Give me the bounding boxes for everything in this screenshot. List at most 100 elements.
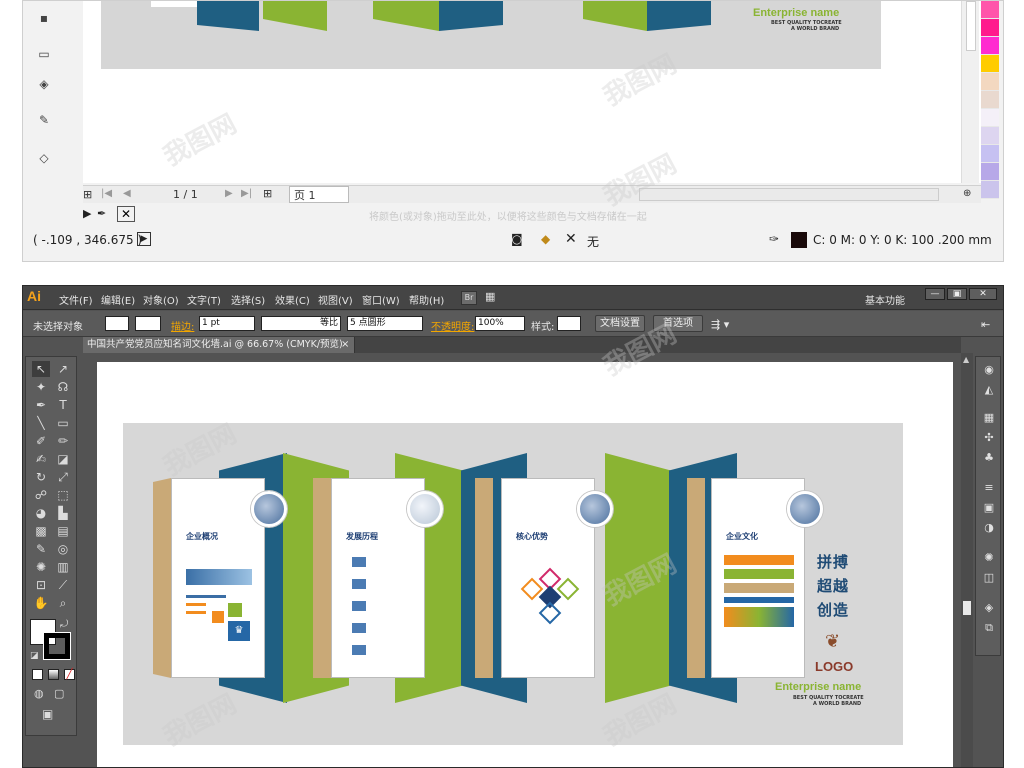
rectangle-tool-icon[interactable]: ▭ xyxy=(54,415,72,431)
color-mode-icon[interactable] xyxy=(32,669,43,680)
menu-select[interactable]: 选择(S) xyxy=(231,292,265,307)
play-arrow-icon[interactable]: ▶ xyxy=(83,207,91,220)
stroke-swatch[interactable] xyxy=(135,316,161,331)
menu-view[interactable]: 视图(V) xyxy=(318,292,353,307)
menu-effect[interactable]: 效果(C) xyxy=(275,292,310,307)
menu-file[interactable]: 文件(F) xyxy=(59,292,93,307)
gradient-mode-icon[interactable] xyxy=(48,669,59,680)
screen-mode-icon[interactable]: ▢ xyxy=(54,687,64,700)
color-panel-icon[interactable]: ◉ xyxy=(981,363,997,377)
appearance-icon[interactable]: ✺ xyxy=(981,551,997,565)
palette-swatch[interactable] xyxy=(981,91,999,109)
palette-swatch[interactable] xyxy=(981,181,999,199)
interactive-fill-icon[interactable]: ◇ xyxy=(33,151,55,169)
palette-swatch[interactable] xyxy=(981,1,999,19)
color-palette[interactable] xyxy=(981,1,999,199)
stroke-panel-icon[interactable]: ≡ xyxy=(981,481,997,495)
swatches-icon[interactable]: ▦ xyxy=(981,411,997,425)
scroll-up-icon[interactable]: ▲ xyxy=(963,355,969,364)
selection-tool-icon[interactable]: ↖ xyxy=(32,361,50,377)
paintbrush-tool-icon[interactable]: ✐ xyxy=(32,433,50,449)
change-screen-mode-icon[interactable]: ▣ xyxy=(42,707,53,721)
palette-swatch[interactable] xyxy=(981,145,999,163)
blob-brush-tool-icon[interactable]: ✍ xyxy=(32,451,50,467)
magic-wand-tool-icon[interactable]: ✦ xyxy=(32,379,50,395)
menu-type[interactable]: 文字(T) xyxy=(187,292,221,307)
align-menu-icon[interactable]: ⇶ ▾ xyxy=(711,318,729,331)
add-page-icon[interactable]: ⊞ xyxy=(83,188,92,201)
prev-page-icon[interactable]: ◀ xyxy=(123,188,131,199)
menu-help[interactable]: 帮助(H) xyxy=(409,292,444,307)
pen-tool-icon[interactable]: ✒ xyxy=(32,397,50,413)
preferences-button[interactable]: 首选项 xyxy=(653,315,703,332)
symbol-sprayer-tool-icon[interactable]: ✺ xyxy=(32,559,50,575)
next-page-icon[interactable]: ▶ xyxy=(225,188,233,199)
minimize-button[interactable]: — xyxy=(925,288,945,300)
artboard-tool-icon[interactable]: ⊡ xyxy=(32,577,50,593)
free-transform-tool-icon[interactable]: ⬚ xyxy=(54,487,72,503)
menu-window[interactable]: 窗口(W) xyxy=(362,292,400,307)
draw-mode-icon[interactable]: ◍ xyxy=(34,687,44,700)
bridge-button[interactable]: Br xyxy=(461,291,477,305)
top-scroll-thumb[interactable] xyxy=(966,1,976,51)
stroke-profile-select[interactable]: 等比 xyxy=(261,316,341,331)
perspective-grid-tool-icon[interactable]: ▙ xyxy=(54,505,72,521)
top-hscroll-thumb[interactable] xyxy=(640,189,938,200)
opacity-field[interactable]: 100% xyxy=(475,316,525,331)
pencil-tool-icon[interactable]: ✏ xyxy=(54,433,72,449)
fill-tool-icon[interactable]: ◈ xyxy=(33,77,55,95)
line-tool-icon[interactable]: ╲ xyxy=(32,415,50,431)
artboards-icon[interactable]: ⧉ xyxy=(981,621,997,635)
rotate-tool-icon[interactable]: ↻ xyxy=(32,469,50,485)
play-icon[interactable]: ▶ xyxy=(137,232,151,246)
lasso-tool-icon[interactable]: ☊ xyxy=(54,379,72,395)
opacity-label[interactable]: 不透明度: xyxy=(431,318,474,333)
gradient-tool-icon[interactable]: ▤ xyxy=(54,523,72,539)
direct-selection-tool-icon[interactable]: ↗ xyxy=(54,361,72,377)
add-page-after-icon[interactable]: ⊞ xyxy=(263,187,272,200)
rectangle-tool-icon[interactable]: ▭ xyxy=(33,47,55,65)
fill-swatch[interactable] xyxy=(105,316,129,331)
palette-swatch[interactable] xyxy=(981,109,999,127)
stroke-color-box[interactable] xyxy=(43,632,71,660)
document-setup-button[interactable]: 文档设置 xyxy=(595,315,645,332)
arrange-documents-icon[interactable]: ▦ xyxy=(485,290,495,303)
mesh-tool-icon[interactable]: ▩ xyxy=(32,523,50,539)
layers-icon[interactable]: ◈ xyxy=(981,601,997,615)
none-mode-icon[interactable]: ╱ xyxy=(64,669,75,680)
stroke-weight-field[interactable]: 1 pt xyxy=(199,316,255,331)
dropper-tool-icon[interactable]: ✎ xyxy=(33,113,55,131)
shape-builder-tool-icon[interactable]: ◕ xyxy=(32,505,50,521)
transparency-icon[interactable]: ◑ xyxy=(981,521,997,535)
eyedropper-tool-icon[interactable]: ✎ xyxy=(32,541,50,557)
blend-tool-icon[interactable]: ◎ xyxy=(54,541,72,557)
palette-swatch[interactable] xyxy=(981,37,999,55)
warp-tool-icon[interactable]: ☍ xyxy=(32,487,50,503)
graphic-styles-icon[interactable]: ◫ xyxy=(981,571,997,585)
column-graph-tool-icon[interactable]: ▥ xyxy=(54,559,72,575)
vertical-scrollbar[interactable]: ▲ xyxy=(961,353,973,767)
brushes-icon[interactable]: ✣ xyxy=(981,431,997,445)
stroke-label[interactable]: 描边: xyxy=(171,318,194,333)
no-color-swatch[interactable]: ✕ xyxy=(117,206,135,222)
top-vertical-scrollbar[interactable] xyxy=(961,1,979,183)
swap-colors-icon[interactable]: ⤾ xyxy=(60,619,68,630)
default-colors-icon[interactable]: ◪ xyxy=(30,651,39,661)
scale-tool-icon[interactable]: ⤢ xyxy=(54,469,72,485)
eyedropper-icon[interactable]: ✒ xyxy=(97,207,106,220)
artboard[interactable]: 企业概况 ♛ 发展历程 核心优势 企业文化 拼搏 超越 创造 ❦ LOGO En… xyxy=(97,362,953,767)
page-tab[interactable]: 页 1 xyxy=(289,186,349,203)
menu-edit[interactable]: 编辑(E) xyxy=(101,292,135,307)
brush-select[interactable]: 5 点圆形 xyxy=(347,316,423,331)
workspace-switcher[interactable]: 基本功能 xyxy=(865,292,905,307)
palette-swatch[interactable] xyxy=(981,127,999,145)
color-guide-icon[interactable]: ◭ xyxy=(981,383,997,397)
zoom-icon[interactable]: ⊕ xyxy=(963,188,971,199)
maximize-button[interactable]: ▣ xyxy=(947,288,967,300)
palette-swatch[interactable] xyxy=(981,19,999,37)
color-fill-icon[interactable]: ▪ xyxy=(33,11,55,29)
menu-object[interactable]: 对象(O) xyxy=(143,292,179,307)
panel-menu-icon[interactable]: ⇤ xyxy=(981,318,990,331)
style-swatch[interactable] xyxy=(557,316,581,331)
zoom-tool-icon[interactable]: ⌕ xyxy=(54,595,72,611)
